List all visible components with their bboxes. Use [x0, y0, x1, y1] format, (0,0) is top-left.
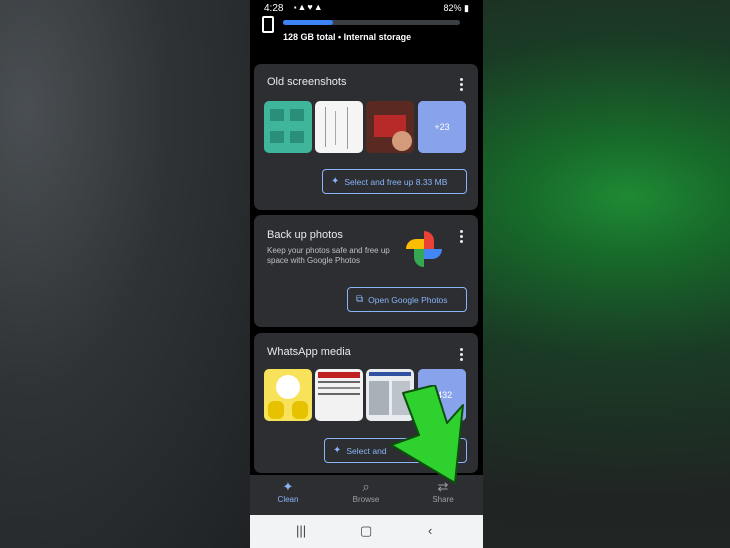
card-backup-photos: Back up photos Keep your photos safe and… [254, 215, 478, 327]
more-count: +23 [418, 101, 466, 153]
card-title: Back up photos [267, 229, 343, 241]
back-icon[interactable]: ‹ [428, 523, 432, 538]
status-time: 4:28 [264, 3, 284, 14]
thumbnail[interactable] [264, 101, 312, 153]
more-options-icon[interactable] [460, 348, 463, 363]
home-icon[interactable]: ▢ [360, 523, 372, 539]
thumbnail[interactable] [366, 101, 414, 153]
thumbnail[interactable] [264, 369, 312, 421]
sparkle-icon: ✦ [282, 479, 294, 494]
google-photos-icon [406, 231, 442, 267]
storage-bar-fill [283, 20, 333, 25]
storage-bar [283, 20, 460, 25]
background-blur-left [0, 0, 250, 548]
green-arrow-icon [390, 385, 464, 484]
card-description: Keep your photos safe and free up space … [267, 246, 390, 265]
thumbnail[interactable] [315, 369, 363, 421]
more-options-icon[interactable] [460, 230, 463, 245]
thumbnail[interactable] [315, 101, 363, 153]
system-navigation-bar: ||| ▢ ‹ [250, 515, 483, 548]
card-old-screenshots: Old screenshots +23 ✦ Select and free up… [254, 64, 478, 210]
thumbnail-more[interactable]: +23 [418, 101, 466, 153]
recent-apps-icon[interactable]: ||| [296, 523, 306, 538]
storage-label: 128 GB total • Internal storage [283, 32, 412, 42]
notification-icons: ⬝▲♥▲ [294, 2, 324, 12]
card-title: WhatsApp media [267, 346, 351, 358]
battery-level: 82% ▮ [443, 3, 469, 13]
card-title: Old screenshots [267, 76, 347, 88]
select-and-free-up-button[interactable]: ✦ Select and free up 8.33 MB [322, 169, 467, 194]
more-options-icon[interactable] [460, 78, 463, 93]
open-external-icon: ⧉ [356, 294, 364, 305]
nav-clean[interactable]: ✦ Clean [258, 479, 318, 504]
sparkle-icon: ✦ [331, 176, 340, 187]
open-google-photos-button[interactable]: ⧉ Open Google Photos [347, 287, 467, 312]
sparkle-icon: ✦ [333, 445, 342, 456]
phone-storage-icon [262, 16, 274, 33]
status-bar: 4:28 ⬝▲♥▲ 82% ▮ [250, 0, 483, 18]
